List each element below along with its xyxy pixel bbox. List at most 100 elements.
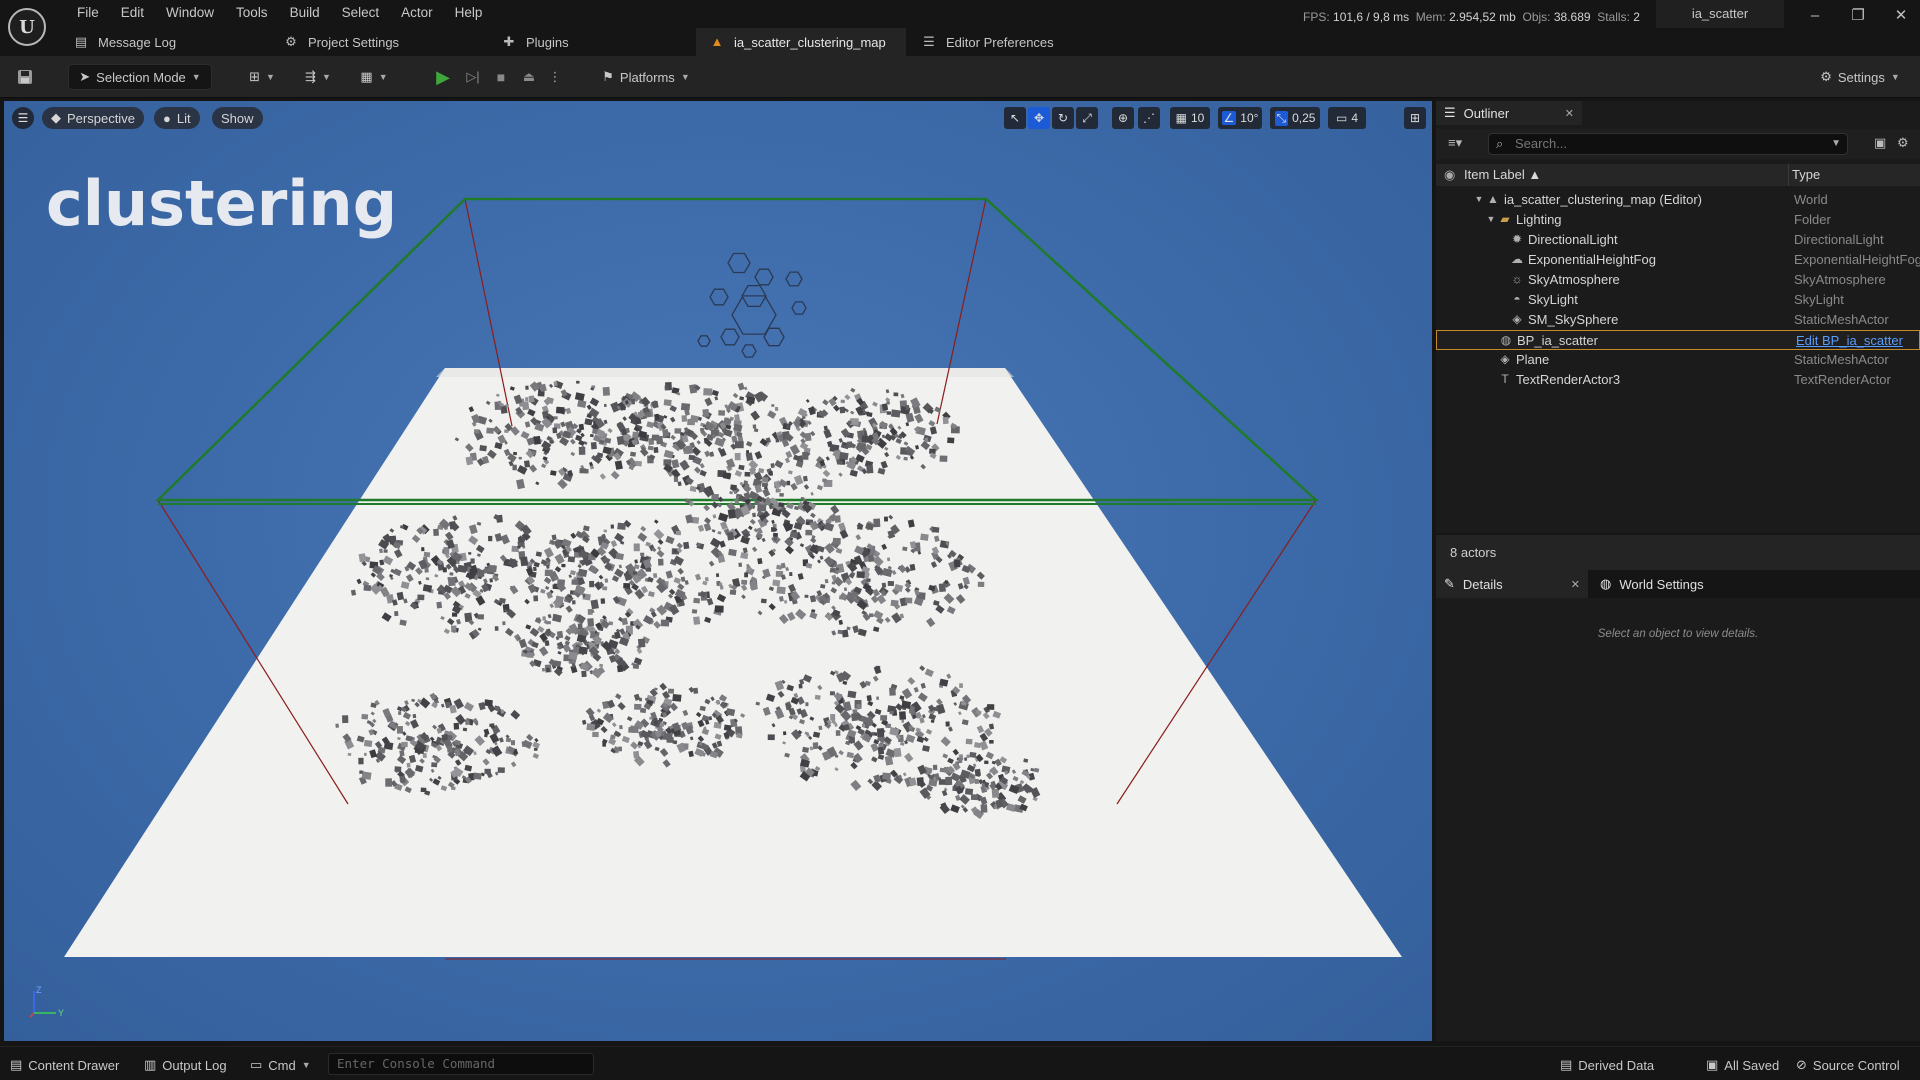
settings-dropdown[interactable]: ⚙ Settings ▼ [1812, 64, 1908, 90]
scatter-rock [830, 714, 836, 721]
tab-level[interactable]: ▲ ia_scatter_clustering_map [696, 28, 906, 56]
menu-window[interactable]: Window [155, 3, 225, 23]
menu-build[interactable]: Build [279, 3, 331, 23]
add-actor-button[interactable]: ⊞ ▼ [242, 64, 282, 90]
type-column[interactable]: Type [1792, 167, 1820, 182]
viewport-menu-button[interactable]: ☰ [12, 107, 34, 129]
outliner-row-skysphere[interactable]: ◈ SM_SkySphere StaticMeshActor [1436, 310, 1920, 330]
scale-snap-toggle[interactable]: ⤡ 0,25 [1270, 107, 1320, 129]
tab-label: Project Settings [308, 34, 400, 50]
tab-plugins[interactable]: ✚ Plugins [488, 28, 583, 56]
item-label-column[interactable]: Item Label ▲ [1464, 167, 1541, 182]
perspective-button[interactable]: ◆ Perspective [42, 107, 144, 129]
blueprint-button[interactable]: ⇶ ▼ [298, 64, 338, 90]
outliner-row-text-render[interactable]: T TextRenderActor3 TextRenderActor [1436, 370, 1920, 390]
derived-data-button[interactable]: ▤ Derived Data [1560, 1055, 1654, 1075]
outliner-search-input[interactable]: ⌕ Search... ▼ [1488, 133, 1848, 155]
menu-file[interactable]: File [66, 3, 110, 23]
scatter-rock [805, 529, 813, 536]
tab-project-settings[interactable]: ⚙ Project Settings [270, 28, 413, 56]
outliner-row-world[interactable]: ▼ ▲ ia_scatter_clustering_map (Editor) W… [1436, 190, 1920, 210]
output-log-button[interactable]: ▥ Output Log [144, 1055, 227, 1075]
content-drawer-button[interactable]: ▤ Content Drawer [10, 1055, 119, 1075]
scatter-rock [451, 612, 458, 617]
scatter-rock [610, 524, 615, 529]
expand-arrow-icon[interactable]: ▼ [1472, 192, 1486, 206]
menu-help[interactable]: Help [444, 3, 494, 23]
outliner-row-fog[interactable]: ☁ ExponentialHeightFog ExponentialHeight… [1436, 250, 1920, 270]
tab-message-log[interactable]: ▤ Message Log [60, 28, 190, 56]
close-window-button[interactable]: ✕ [1884, 4, 1918, 28]
world-local-icon[interactable]: ⊕ [1112, 107, 1134, 129]
scatter-rock [447, 576, 456, 587]
scatter-rock [984, 760, 989, 765]
tab-world-settings[interactable]: ◍ World Settings [1592, 570, 1732, 598]
cmd-label: Cmd [268, 1057, 296, 1073]
title-bar: U File Edit Window Tools Build Select Ac… [0, 0, 1920, 46]
console-command-input[interactable]: Enter Console Command [328, 1053, 594, 1075]
edit-blueprint-link[interactable]: Edit BP_ia_scatter [1796, 333, 1903, 348]
main-menu: File Edit Window Tools Build Select Acto… [66, 3, 493, 23]
view-mode-button[interactable]: ● Lit [154, 107, 200, 129]
close-icon[interactable]: ✕ [1571, 578, 1580, 591]
cinematics-button[interactable]: ▦ ▼ [354, 64, 394, 90]
tab-details[interactable]: ✎ Details ✕ [1436, 570, 1588, 598]
rotate-tool-icon[interactable]: ↻ [1052, 107, 1074, 129]
step-button[interactable]: ▷| [460, 64, 486, 90]
unreal-logo-icon[interactable]: U [8, 8, 46, 46]
rotation-snap-toggle[interactable]: ∠ 10° [1218, 107, 1262, 129]
restore-button[interactable]: ❐ [1841, 4, 1875, 28]
scatter-rock [688, 454, 696, 461]
gear-icon[interactable]: ⚙ [1897, 135, 1909, 151]
menu-select[interactable]: Select [331, 3, 391, 23]
save-icon[interactable] [12, 64, 38, 90]
scatter-rock [616, 665, 624, 673]
outliner-row-plane[interactable]: ◈ Plane StaticMeshActor [1436, 350, 1920, 370]
new-folder-icon[interactable]: ▣ [1874, 135, 1886, 151]
stop-button[interactable]: ■ [488, 64, 514, 90]
scatter-rock [379, 548, 383, 554]
source-control-button[interactable]: ⊘ Source Control [1796, 1055, 1900, 1075]
play-options-button[interactable]: ⋮ [546, 64, 564, 90]
menu-tools[interactable]: Tools [225, 3, 279, 23]
play-button[interactable]: ▶ [430, 64, 456, 90]
cmd-dropdown[interactable]: ▭ Cmd ▼ [250, 1055, 311, 1075]
close-icon[interactable]: ✕ [1565, 107, 1574, 120]
platforms-dropdown[interactable]: ⚑ Platforms ▼ [596, 64, 696, 90]
outliner-tab[interactable]: ☰ Outliner ✕ [1436, 101, 1582, 125]
surface-snap-icon[interactable]: ⋰ [1138, 107, 1160, 129]
scatter-rock [752, 424, 757, 429]
scatter-rock [786, 424, 790, 429]
eject-button[interactable]: ⏏ [516, 64, 542, 90]
level-viewport[interactable]: clustering ☰ ◆ Perspective ● Lit Show ↖ … [4, 101, 1432, 1041]
select-tool-icon[interactable]: ↖ [1004, 107, 1026, 129]
scale-snap-icon: ⤡ [1274, 110, 1289, 126]
layout-icon[interactable]: ⊞ [1404, 107, 1426, 129]
show-button[interactable]: Show [212, 107, 263, 129]
minimize-button[interactable]: – [1798, 4, 1832, 28]
outliner-row-sky-atmosphere[interactable]: ☼ SkyAtmosphere SkyAtmosphere [1436, 270, 1920, 290]
selection-mode-dropdown[interactable]: ➤ Selection Mode ▼ [68, 64, 212, 90]
visibility-eye-icon[interactable]: ◉ [1444, 167, 1455, 183]
search-icon: ⌕ [1496, 136, 1504, 151]
camera-speed-button[interactable]: ▭ 4 [1328, 107, 1366, 129]
menu-actor[interactable]: Actor [390, 3, 444, 23]
scatter-rock [761, 476, 769, 483]
scatter-rock [457, 564, 467, 573]
menu-edit[interactable]: Edit [110, 3, 155, 23]
tab-editor-preferences[interactable]: ☰ Editor Preferences [908, 28, 1068, 56]
outliner-row-skylight[interactable]: ◓ SkyLight SkyLight [1436, 290, 1920, 310]
filter-icon[interactable]: ≡▾ [1448, 135, 1462, 151]
outliner-row-lighting[interactable]: ▼ ▰ Lighting Folder [1436, 210, 1920, 230]
grid-snap-toggle[interactable]: ▦ 10 [1170, 107, 1210, 129]
all-saved-button[interactable]: ▣ All Saved [1706, 1055, 1779, 1075]
save-status-icon: ▣ [1706, 1057, 1719, 1072]
scatter-rock [505, 737, 512, 743]
scatter-rock [537, 390, 545, 397]
outliner-row-directional-light[interactable]: ✹ DirectionalLight DirectionalLight [1436, 230, 1920, 250]
outliner-row-bp-ia-scatter[interactable]: ◍ BP_ia_scatter Edit BP_ia_scatter [1436, 330, 1920, 350]
expand-arrow-icon[interactable]: ▼ [1484, 212, 1498, 226]
scale-tool-icon[interactable]: ⤢ [1076, 107, 1098, 129]
translate-tool-icon[interactable]: ✥ [1028, 107, 1050, 129]
details-tab-label: Details [1462, 576, 1503, 592]
